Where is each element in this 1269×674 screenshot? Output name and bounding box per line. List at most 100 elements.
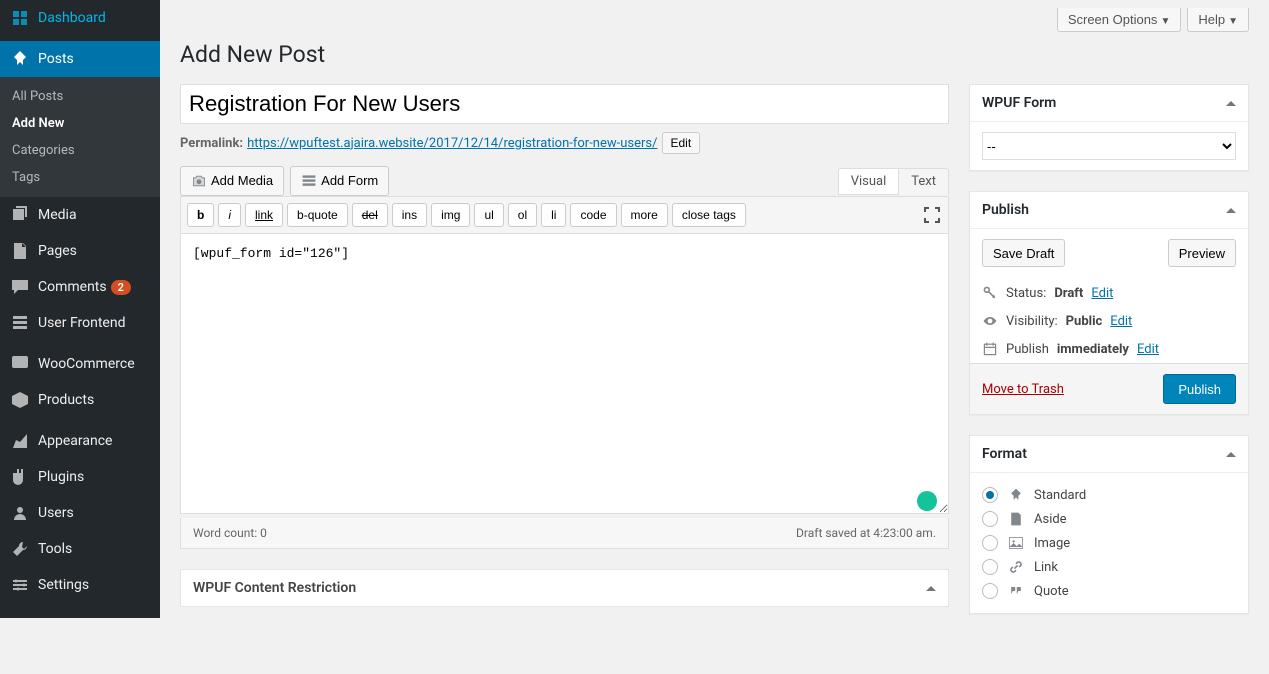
sidebar-label: Pages xyxy=(38,243,77,259)
word-count: Word count: 0 xyxy=(193,526,267,540)
chevron-down-icon: ▼ xyxy=(1160,16,1170,27)
preview-button[interactable]: Preview xyxy=(1168,239,1236,267)
admin-sidebar: Dashboard Posts All Posts Add New Catego… xyxy=(0,0,160,618)
wpuf-content-restriction-metabox: WPUF Content Restriction xyxy=(180,569,949,607)
qt-italic-button[interactable]: i xyxy=(218,203,241,227)
help-label: Help xyxy=(1198,12,1225,27)
sidebar-item-tools[interactable]: Tools xyxy=(0,531,160,567)
format-label: Standard xyxy=(1034,488,1086,503)
qt-more-button[interactable]: more xyxy=(621,203,668,227)
submenu-categories[interactable]: Categories xyxy=(0,137,160,164)
content-restriction-title: WPUF Content Restriction xyxy=(193,580,356,596)
format-link[interactable]: Link xyxy=(982,555,1236,579)
qt-bquote-button[interactable]: b-quote xyxy=(287,203,348,227)
plugins-icon xyxy=(10,467,30,487)
qt-li-button[interactable]: li xyxy=(541,203,566,227)
help-button[interactable]: Help▼ xyxy=(1187,8,1249,32)
link-icon xyxy=(1008,559,1024,575)
format-standard[interactable]: Standard xyxy=(982,483,1236,507)
visibility-label: Visibility: xyxy=(1006,314,1058,329)
submenu-tags[interactable]: Tags xyxy=(0,164,160,191)
save-draft-button[interactable]: Save Draft xyxy=(982,239,1065,267)
sidebar-item-dashboard[interactable]: Dashboard xyxy=(0,0,160,36)
sidebar-item-media[interactable]: Media xyxy=(0,197,160,233)
metabox-toggle-icon[interactable] xyxy=(1226,452,1236,457)
status-edit-link[interactable]: Edit xyxy=(1091,286,1113,301)
publish-date-label: Publish xyxy=(1006,342,1049,357)
radio-icon[interactable] xyxy=(982,583,998,599)
qt-code-button[interactable]: code xyxy=(570,203,616,227)
sidebar-label: Appearance xyxy=(38,433,112,449)
appearance-icon xyxy=(10,431,30,451)
add-form-label: Add Form xyxy=(321,167,378,195)
add-form-button[interactable]: Add Form xyxy=(290,166,389,196)
status-label: Status: xyxy=(1006,286,1046,301)
qt-ul-button[interactable]: ul xyxy=(474,203,503,227)
qt-ol-button[interactable]: ol xyxy=(508,203,537,227)
publish-date-edit-link[interactable]: Edit xyxy=(1137,342,1159,357)
qt-del-button[interactable]: del xyxy=(352,203,388,227)
sidebar-item-posts[interactable]: Posts xyxy=(0,41,160,77)
metabox-toggle-icon[interactable] xyxy=(1226,101,1236,106)
sidebar-item-users[interactable]: Users xyxy=(0,495,160,531)
permalink-url[interactable]: https://wpuftest.ajaira.website/2017/12/… xyxy=(247,136,657,151)
screen-options-button[interactable]: Screen Options▼ xyxy=(1057,8,1182,32)
format-label: Aside xyxy=(1034,512,1067,527)
camera-icon xyxy=(191,173,207,189)
format-metabox: Format Standard Aside xyxy=(969,435,1249,614)
main-content: Screen Options▼ Help▼ Add New Post Perma… xyxy=(160,0,1269,674)
qt-ins-button[interactable]: ins xyxy=(392,203,427,227)
tab-text[interactable]: Text xyxy=(899,168,949,195)
editor-footer: Word count: 0 Draft saved at 4:23:00 am. xyxy=(180,518,949,549)
post-title-input[interactable] xyxy=(180,84,949,124)
submenu-all-posts[interactable]: All Posts xyxy=(0,83,160,110)
radio-icon[interactable] xyxy=(982,487,998,503)
sidebar-item-user-frontend[interactable]: User Frontend xyxy=(0,305,160,341)
pages-icon xyxy=(10,241,30,261)
sidebar-label: Tools xyxy=(38,541,72,557)
radio-icon[interactable] xyxy=(982,511,998,527)
format-title: Format xyxy=(982,446,1027,462)
settings-icon xyxy=(10,575,30,595)
submenu-add-new[interactable]: Add New xyxy=(0,110,160,137)
sidebar-item-appearance[interactable]: Appearance xyxy=(0,423,160,459)
sidebar-item-woocommerce[interactable]: WooCommerce xyxy=(0,346,160,382)
metabox-toggle-icon[interactable] xyxy=(926,586,936,591)
comment-icon xyxy=(10,277,30,297)
tab-visual[interactable]: Visual xyxy=(838,168,900,195)
sidebar-item-products[interactable]: Products xyxy=(0,382,160,418)
qt-link-button[interactable]: link xyxy=(245,203,283,227)
format-image[interactable]: Image xyxy=(982,531,1236,555)
eye-icon xyxy=(982,313,998,329)
post-content-textarea[interactable] xyxy=(180,234,949,514)
publish-metabox: Publish Save Draft Preview Status: Draft… xyxy=(969,191,1249,415)
qt-close-tags-button[interactable]: close tags xyxy=(672,203,746,227)
metabox-toggle-icon[interactable] xyxy=(1226,208,1236,213)
publish-date-value: immediately xyxy=(1057,342,1129,357)
visibility-edit-link[interactable]: Edit xyxy=(1110,314,1132,329)
permalink-label: Permalink: xyxy=(180,136,243,151)
qt-img-button[interactable]: img xyxy=(431,203,470,227)
wpuf-form-select[interactable]: -- xyxy=(982,132,1236,160)
form-icon xyxy=(301,173,317,189)
radio-icon[interactable] xyxy=(982,535,998,551)
publish-button[interactable]: Publish xyxy=(1163,374,1236,404)
add-media-button[interactable]: Add Media xyxy=(180,166,284,196)
grammarly-icon[interactable] xyxy=(917,491,937,511)
sidebar-item-comments[interactable]: Comments 2 xyxy=(0,269,160,305)
sidebar-label: Posts xyxy=(38,51,74,67)
radio-icon[interactable] xyxy=(982,559,998,575)
pin-icon xyxy=(10,49,30,69)
fullscreen-icon[interactable] xyxy=(922,205,942,225)
format-quote[interactable]: Quote xyxy=(982,579,1236,603)
comments-badge: 2 xyxy=(111,280,131,295)
permalink-edit-button[interactable]: Edit xyxy=(662,132,701,154)
sidebar-item-plugins[interactable]: Plugins xyxy=(0,459,160,495)
qt-bold-button[interactable]: b xyxy=(187,203,214,227)
move-to-trash-link[interactable]: Move to Trash xyxy=(982,382,1064,397)
sidebar-item-settings[interactable]: Settings xyxy=(0,567,160,603)
format-aside[interactable]: Aside xyxy=(982,507,1236,531)
sidebar-item-pages[interactable]: Pages xyxy=(0,233,160,269)
add-media-label: Add Media xyxy=(211,167,273,195)
format-label: Image xyxy=(1034,536,1070,551)
